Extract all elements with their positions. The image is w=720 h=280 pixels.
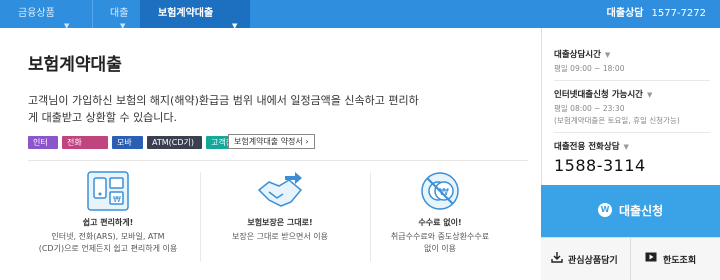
tag-atm: ATM(CD기) bbox=[147, 136, 202, 149]
feature-desc-line: 인터넷, 전화(ARS), 모바일, ATM bbox=[51, 232, 165, 241]
tag-mobile: 모바일 bbox=[112, 136, 143, 160]
section-divider bbox=[28, 160, 528, 161]
feature-desc-line: (CD기)으로 언제든지 쉽고 편리하게 이용 bbox=[38, 244, 178, 253]
consult-hours-section: 대출상담시간 ▼ 평일 09:00 ~ 18:00 bbox=[554, 48, 624, 74]
consult-label: 대출상담 bbox=[606, 8, 644, 19]
breadcrumb-item-policy-loan[interactable]: 보험계약대출 ▼ bbox=[140, 0, 250, 30]
consult-phone[interactable]: 1577-7272 bbox=[651, 8, 706, 19]
breadcrumb-label: 금융상품 bbox=[18, 8, 55, 19]
limit-inquiry-button[interactable]: 한도조회 bbox=[631, 237, 720, 280]
brand-logo-icon: W bbox=[598, 203, 612, 217]
feature-desc-line: 없이 이용 bbox=[424, 244, 456, 253]
loan-consult-info: 대출상담 1577-7272 bbox=[607, 0, 706, 28]
internet-hours-value: 평일 08:00 ~ 23:30 bbox=[554, 104, 625, 113]
consult-hours-value: 평일 09:00 ~ 18:00 bbox=[554, 64, 625, 73]
breadcrumb-item-loan[interactable]: 대출 ▼ bbox=[92, 0, 141, 30]
consult-hours-label: 대출상담시간 bbox=[554, 50, 601, 60]
chevron-down-icon: ▼ bbox=[623, 143, 629, 151]
chevron-down-icon: ▼ bbox=[232, 22, 238, 30]
feature-description: 인터넷, 전화(ARS), 모바일, ATM (CD기)으로 언제든지 쉽고 편… bbox=[28, 231, 188, 255]
add-favorite-label: 관심상품담기 bbox=[568, 256, 618, 266]
chevron-down-icon: ▼ bbox=[64, 22, 70, 30]
loan-agreement-button[interactable]: 보험계약대출 약정서 › bbox=[228, 134, 315, 149]
feature-coverage: 보험보장은 그대로! 보장은 그대로 받으면서 이용 bbox=[200, 170, 360, 243]
tag-internet: 인터넷 bbox=[28, 136, 58, 160]
feature-title: 보험보장은 그대로! bbox=[247, 218, 313, 227]
breadcrumb-item-financial-products[interactable]: 금융상품 ▼ bbox=[0, 0, 93, 30]
devices-icon: ₩ bbox=[87, 171, 129, 211]
feature-description: 취급수수료와 중도상환수수료 없이 이용 bbox=[360, 231, 520, 255]
add-favorite-button[interactable]: 관심상품담기 bbox=[541, 237, 631, 280]
feature-description: 보장은 그대로 받으면서 이용 bbox=[200, 231, 360, 243]
top-nav-bar: 금융상품 ▼ 대출 ▼ 보험계약대출 ▼ 대출상담 1577-7272 bbox=[0, 0, 720, 30]
no-fee-icon: ₩ bbox=[421, 172, 459, 210]
download-icon bbox=[551, 252, 563, 263]
panel-divider bbox=[554, 80, 710, 81]
limit-inquiry-label: 한도조회 bbox=[663, 256, 697, 266]
apply-loan-label: 대출신청 bbox=[619, 204, 664, 218]
feature-title: 쉽고 편리하게! bbox=[82, 218, 134, 227]
feature-no-fee: ₩ 수수료 없이! 취급수수료와 중도상환수수료 없이 이용 bbox=[360, 170, 520, 255]
feature-desc-line: 취급수수료와 중도상환수수료 bbox=[390, 232, 490, 241]
phone-consult-label: 대출전용 전화상담 bbox=[554, 142, 620, 152]
phone-consult-title[interactable]: 대출전용 전화상담 ▼ bbox=[554, 140, 629, 152]
feature-easy: ₩ 쉽고 편리하게! 인터넷, 전화(ARS), 모바일, ATM (CD기)으… bbox=[28, 170, 188, 255]
feature-desc-line: 보장은 그대로 받으면서 이용 bbox=[232, 232, 328, 241]
product-description: 고객님이 가입하신 보험의 해지(해약)환급금 범위 내에서 일정금액을 신속하… bbox=[28, 94, 419, 124]
internet-hours-label: 인터넷대출신청 가능시간 bbox=[554, 90, 643, 100]
tag-phone-ars: 전화(ARS) bbox=[62, 136, 108, 160]
chevron-down-icon: ▼ bbox=[604, 51, 611, 59]
internet-hours-note: (보험계약대출은 토요일, 휴일 신청가능) bbox=[554, 116, 680, 125]
chevron-down-icon: ▼ bbox=[646, 91, 653, 99]
panel-divider bbox=[554, 132, 710, 133]
apply-loan-button[interactable]: W 대출신청 bbox=[541, 185, 720, 237]
feature-title: 수수료 없이! bbox=[418, 218, 462, 227]
svg-text:₩: ₩ bbox=[113, 195, 121, 204]
breadcrumb-label: 보험계약대출 bbox=[158, 8, 214, 19]
consult-hours-title[interactable]: 대출상담시간 ▼ bbox=[554, 48, 624, 60]
play-icon bbox=[645, 252, 657, 262]
handshake-icon bbox=[257, 172, 303, 207]
internet-hours-title[interactable]: 인터넷대출신청 가능시간 ▼ bbox=[554, 88, 680, 100]
internet-hours-section: 인터넷대출신청 가능시간 ▼ 평일 08:00 ~ 23:30 (보험계약대출은 … bbox=[554, 88, 680, 126]
chevron-down-icon: ▼ bbox=[120, 22, 126, 30]
phone-consult-section: 대출전용 전화상담 ▼ bbox=[554, 140, 629, 152]
phone-consult-number[interactable]: 1588-3114 bbox=[554, 156, 646, 175]
page-title: 보험계약대출 bbox=[28, 55, 122, 75]
